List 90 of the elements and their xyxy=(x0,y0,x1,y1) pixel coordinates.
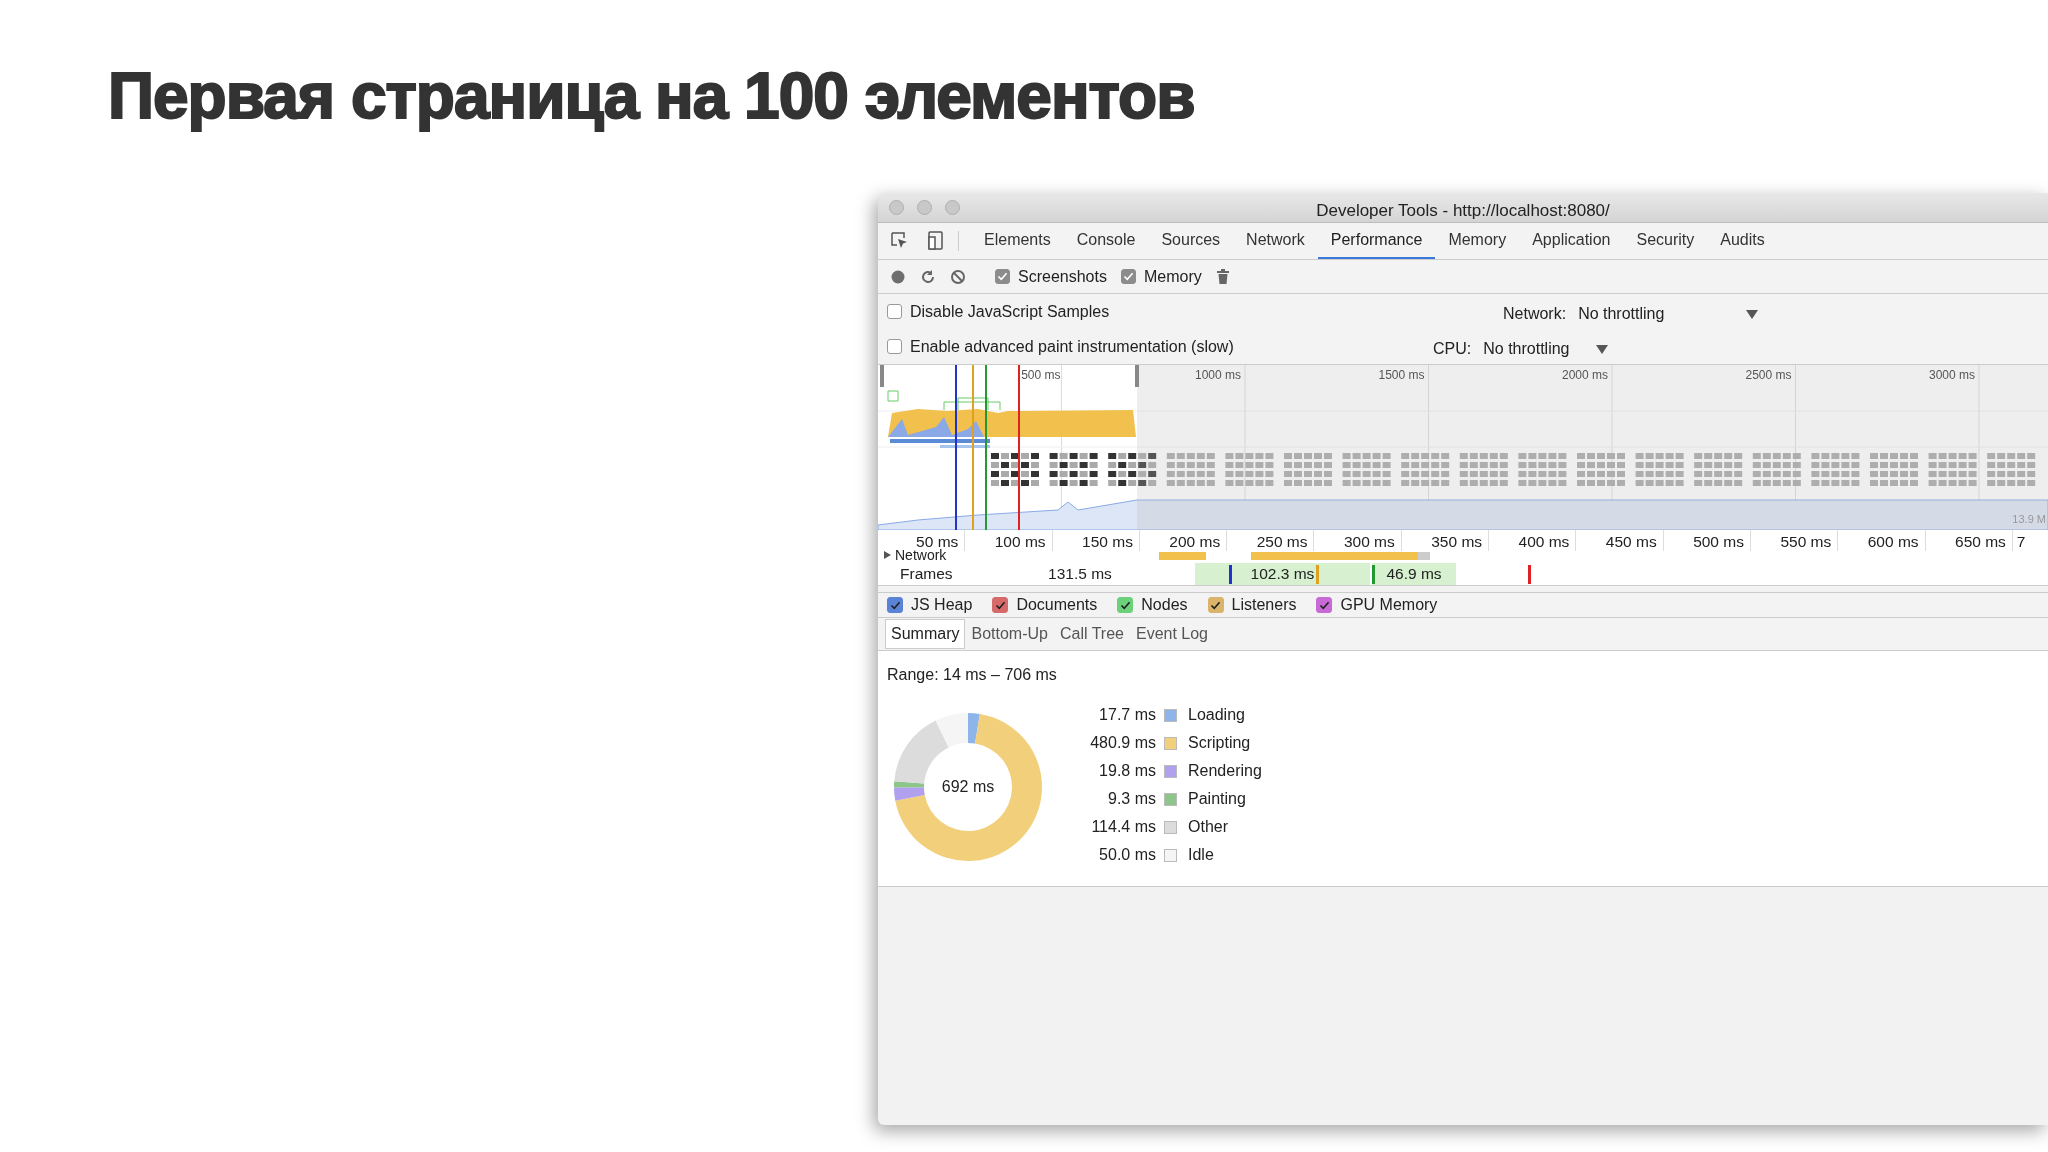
time-tick-label: 1000 ms xyxy=(1194,368,1241,382)
checkbox-label: Documents xyxy=(1016,595,1098,615)
donut-total-label: 692 ms xyxy=(941,777,995,797)
reload-icon[interactable] xyxy=(920,268,936,285)
panel-tab[interactable]: Security xyxy=(1623,223,1708,259)
range-label: Range: 14 ms – 706 ms xyxy=(887,665,1058,685)
time-tick-label: 1500 ms xyxy=(1378,368,1425,382)
trash-icon[interactable] xyxy=(1215,268,1230,285)
time-tick-label: 2000 ms xyxy=(1561,368,1608,382)
details-tab[interactable]: Summary xyxy=(885,619,966,649)
checkbox-label: Listeners xyxy=(1231,595,1297,615)
record-button[interactable] xyxy=(890,268,906,285)
panel-tab[interactable]: Application xyxy=(1519,223,1624,259)
heap-size-label: 13.9 M xyxy=(2012,513,2046,525)
time-tick-label: 3000 ms xyxy=(1928,368,1975,382)
legend-label: Scripting xyxy=(1188,733,1252,753)
legend-label: Loading xyxy=(1188,705,1246,725)
panel-tab[interactable]: Network xyxy=(1233,223,1318,259)
checkbox[interactable] xyxy=(887,597,903,613)
throttle-label: Network: xyxy=(1503,304,1567,324)
expand-arrow-icon[interactable] xyxy=(884,551,891,559)
time-tick-label: 2500 ms xyxy=(1745,368,1792,382)
checkbox-label: GPU Memory xyxy=(1340,595,1438,615)
time-tick-label: 350 ms xyxy=(1431,533,1483,550)
throttle-dropdown[interactable]: No throttling xyxy=(1483,337,1609,361)
frame-marker-line xyxy=(1528,565,1531,584)
time-tick-label: 550 ms xyxy=(1780,533,1832,550)
time-tick-label: 250 ms xyxy=(1256,533,1308,550)
checkbox[interactable] xyxy=(1316,597,1333,613)
frame-block: 46.9 ms xyxy=(1372,563,1456,585)
panel-tab[interactable]: Elements xyxy=(971,223,1064,259)
frame-marker-line xyxy=(1316,565,1319,584)
clear-icon[interactable] xyxy=(950,268,966,285)
legend-value: 114.4 ms xyxy=(1090,817,1156,837)
frame-marker-line xyxy=(1372,565,1375,584)
time-tick-label: 50 ms xyxy=(916,533,959,550)
legend-value: 17.7 ms xyxy=(1098,705,1156,725)
frame-block: 102.3 ms xyxy=(1195,563,1370,585)
network-request-bar xyxy=(1159,552,1206,560)
checkbox-label: JS Heap xyxy=(911,595,973,615)
checkbox[interactable] xyxy=(992,597,1009,613)
checkbox-label: Enable advanced paint instrumentation (slow) xyxy=(910,336,1234,357)
time-tick-label: 500 ms xyxy=(1021,368,1061,382)
details-tab[interactable]: Event Log xyxy=(1129,619,1214,649)
track-label: Frames xyxy=(900,564,953,584)
time-tick-label: 300 ms xyxy=(1343,533,1395,550)
checkmark-icon xyxy=(1121,270,1135,283)
checkbox[interactable] xyxy=(887,339,902,354)
checkmark-icon xyxy=(996,270,1009,283)
checkbox[interactable] xyxy=(1120,269,1136,284)
checkbox[interactable] xyxy=(1207,597,1224,613)
legend-value: 50.0 ms xyxy=(1098,845,1156,865)
checkbox-label: Screenshots xyxy=(1018,266,1107,287)
checkbox-label: Memory xyxy=(1143,266,1202,287)
legend-label: Painting xyxy=(1188,789,1247,809)
throttle-label: CPU: xyxy=(1433,339,1472,359)
checkbox[interactable] xyxy=(1117,597,1134,613)
legend-label: Other xyxy=(1188,817,1229,837)
window-title: Developer Tools - http://localhost:8080/ xyxy=(1316,201,1610,220)
legend-value: 9.3 ms xyxy=(1107,789,1156,809)
time-tick-label: 500 ms xyxy=(1693,533,1744,550)
time-tick-label: 100 ms xyxy=(994,533,1046,550)
dropdown-arrow-icon xyxy=(1746,309,1759,319)
track-label: Network xyxy=(895,548,947,562)
panel-tab[interactable]: Sources xyxy=(1148,223,1234,259)
panel-tab[interactable]: Audits xyxy=(1707,223,1778,259)
legend-label: Rendering xyxy=(1188,761,1262,781)
time-tick-label: 600 ms xyxy=(1867,533,1919,550)
legend-value: 480.9 ms xyxy=(1089,733,1156,753)
checkbox[interactable] xyxy=(887,304,902,319)
panel-tab[interactable]: Console xyxy=(1063,223,1149,259)
panel-tab[interactable]: Memory xyxy=(1435,223,1520,259)
time-tick-label: 7 xyxy=(2016,533,2026,550)
time-tick-label: 200 ms xyxy=(1169,533,1221,550)
checkbox-label: Disable JavaScript Samples xyxy=(910,301,1110,322)
legend-value: 19.8 ms xyxy=(1098,761,1156,781)
time-tick-label: 450 ms xyxy=(1605,533,1657,550)
checkbox-label: Nodes xyxy=(1141,595,1188,615)
time-tick-label: 400 ms xyxy=(1518,533,1570,550)
dropdown-arrow-icon xyxy=(1596,344,1609,354)
details-tab[interactable]: Call Tree xyxy=(1053,619,1130,649)
time-tick-label: 650 ms xyxy=(1955,533,2006,550)
details-tab[interactable]: Bottom-Up xyxy=(965,619,1054,649)
frame-marker-line xyxy=(1229,565,1232,584)
legend-label: Idle xyxy=(1188,845,1215,865)
slide-title: Первая страница на 100 элементов xyxy=(108,59,1195,134)
device-toolbar-icon[interactable] xyxy=(926,230,946,252)
throttle-dropdown[interactable]: No throttling xyxy=(1578,302,1759,326)
checkbox[interactable] xyxy=(995,269,1010,284)
time-tick-label: 150 ms xyxy=(1082,533,1133,550)
